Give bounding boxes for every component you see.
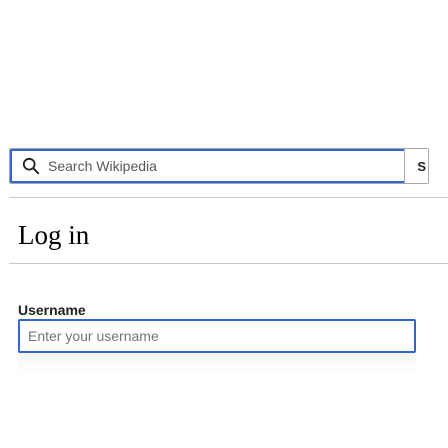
search-button[interactable]: S [404,149,428,183]
header-divider [9,197,448,198]
login-page: Search Wikipedia S Log in Username [0,0,448,448]
form-shadow [18,353,416,377]
username-field[interactable] [20,321,414,351]
username-label: Username [18,302,86,318]
search-placeholder: Search Wikipedia [48,158,157,174]
title-divider [9,263,448,264]
search-bar: Search Wikipedia S [9,148,429,184]
search-input[interactable]: Search Wikipedia [10,149,404,183]
page-title: Log in [18,220,90,250]
search-icon [22,157,40,175]
username-field-wrapper [18,319,416,353]
